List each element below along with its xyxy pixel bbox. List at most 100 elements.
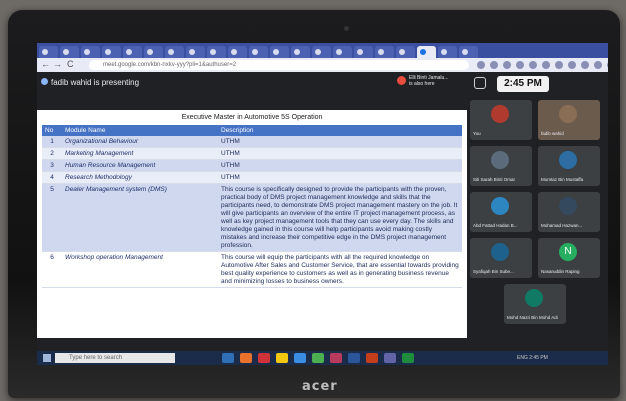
browser-tab[interactable] xyxy=(186,46,205,58)
file-explorer-icon[interactable] xyxy=(276,353,288,363)
participant-tile[interactable]: fadib wahid xyxy=(538,100,600,140)
module-description: UTHM xyxy=(218,147,462,160)
laptop-screen: ← → C meet.google.com/kbn-nxkv-yyy?pli=1… xyxy=(37,43,608,365)
extension-icon[interactable] xyxy=(529,61,537,69)
store-icon[interactable] xyxy=(294,353,306,363)
layout-icon[interactable] xyxy=(474,77,486,89)
browser-tab[interactable] xyxy=(291,46,310,58)
browser-tab-active[interactable] xyxy=(417,46,436,58)
column-header: No xyxy=(42,125,62,136)
browser-tab[interactable] xyxy=(228,46,247,58)
extension-icon[interactable] xyxy=(477,61,485,69)
taskbar-search-input[interactable]: Type here to search xyxy=(55,353,175,363)
participant-tile[interactable]: Abd Fattad Hadan B... xyxy=(470,192,532,232)
extension-icon[interactable] xyxy=(607,61,608,69)
browser-tab[interactable] xyxy=(207,46,226,58)
browser-tab-strip xyxy=(37,43,608,58)
browser-tab[interactable] xyxy=(123,46,142,58)
module-number: 5 xyxy=(42,183,62,252)
column-header: Description xyxy=(218,125,462,136)
module-name: Marketing Management xyxy=(62,147,218,160)
extension-icon[interactable] xyxy=(555,61,563,69)
participant-name: Mohd Nazri Bin Mohd Adi xyxy=(507,315,558,320)
chrome-icon[interactable] xyxy=(312,353,324,363)
participant-tile[interactable]: You xyxy=(470,100,532,140)
reload-button[interactable]: C xyxy=(67,59,74,69)
browser-tab[interactable] xyxy=(144,46,163,58)
participant-tile[interactable]: Syafiqah Bin Sube... xyxy=(470,238,532,278)
participant-name: Mumtaz Bin Mustaffa xyxy=(541,177,584,182)
browser-tab[interactable] xyxy=(375,46,394,58)
browser-tab[interactable] xyxy=(81,46,100,58)
back-button[interactable]: ← xyxy=(41,59,50,69)
powerpoint-icon[interactable] xyxy=(366,353,378,363)
extension-icon[interactable] xyxy=(490,61,498,69)
avatar xyxy=(559,151,577,169)
module-name: Human Resource Management xyxy=(62,159,218,172)
avatar xyxy=(559,197,577,215)
browser-tab[interactable] xyxy=(333,46,352,58)
browser-tab[interactable] xyxy=(354,46,373,58)
browser-tab[interactable] xyxy=(102,46,121,58)
browser-tab[interactable] xyxy=(396,46,415,58)
participant-tile[interactable]: Siti Sarah Binti Omar xyxy=(470,146,532,186)
module-description: This course will equip the participants … xyxy=(218,251,462,288)
participant-tile[interactable]: Mumtaz Bin Mustaffa xyxy=(538,146,600,186)
participant-name: Nasaruddin Raping xyxy=(541,269,580,274)
participant-name: fadib wahid xyxy=(541,131,564,136)
browser-tab[interactable] xyxy=(270,46,289,58)
avatar xyxy=(491,243,509,261)
participant-tiles: You fadib wahid Siti Sarah Binti Omar Mu… xyxy=(470,100,608,365)
extension-icon[interactable] xyxy=(516,61,524,69)
table-row: 1 Organizational Behaviour UTHM xyxy=(42,136,462,148)
module-name: Workshop operation Management xyxy=(62,251,218,288)
word-icon[interactable] xyxy=(348,353,360,363)
module-number: 1 xyxy=(42,136,62,148)
app-icon[interactable] xyxy=(330,353,342,363)
browser-tab[interactable] xyxy=(438,46,457,58)
app-icon[interactable] xyxy=(258,353,270,363)
task-view-icon[interactable] xyxy=(222,353,234,363)
participant-name: Abd Fattad Hadan B... xyxy=(473,223,518,228)
browser-tab[interactable] xyxy=(60,46,79,58)
forward-button[interactable]: → xyxy=(53,59,62,69)
module-name: Research Methodology xyxy=(62,171,218,184)
table-row: 4 Research Methodology UTHM xyxy=(42,171,462,184)
firefox-icon[interactable] xyxy=(240,353,252,363)
address-bar[interactable]: meet.google.com/kbn-nxkv-yyy?pli=1&authu… xyxy=(89,60,469,70)
browser-tab[interactable] xyxy=(39,46,58,58)
table-row: 6 Workshop operation Management This cou… xyxy=(42,251,462,288)
participant-tile[interactable]: Mohd Nazri Bin Mohd Adi xyxy=(504,284,566,324)
excel-icon[interactable] xyxy=(402,353,414,363)
extension-icon[interactable] xyxy=(581,61,589,69)
table-row: 3 Human Resource Management UTHM xyxy=(42,159,462,172)
avatar xyxy=(491,197,509,215)
participant-name: Mohamad Hazwan... xyxy=(541,223,583,228)
extension-icon[interactable] xyxy=(542,61,550,69)
module-number: 2 xyxy=(42,147,62,160)
column-header: Module Name xyxy=(62,125,218,136)
brand-logo: acer xyxy=(302,379,338,394)
webcam-icon xyxy=(344,26,349,31)
module-description: UTHM xyxy=(218,136,462,148)
browser-tab[interactable] xyxy=(459,46,478,58)
extension-icon[interactable] xyxy=(503,61,511,69)
browser-toolbar: ← → C meet.google.com/kbn-nxkv-yyy?pli=1… xyxy=(37,58,608,72)
browser-tab[interactable] xyxy=(165,46,184,58)
presenting-label: fadib wahid is presenting xyxy=(51,78,140,87)
module-name: Organizational Behaviour xyxy=(62,136,218,148)
participant-tile[interactable]: Mohamad Hazwan... xyxy=(538,192,600,232)
extension-icon[interactable] xyxy=(568,61,576,69)
windows-start-icon[interactable] xyxy=(43,354,51,362)
extension-icon[interactable] xyxy=(594,61,602,69)
system-tray: ENG 2:45 PM xyxy=(517,355,548,361)
windows-taskbar: Type here to search ENG 2:45 PM xyxy=(37,351,608,365)
participant-tile[interactable]: N Nasaruddin Raping xyxy=(538,238,600,278)
avatar xyxy=(397,76,406,85)
avatar xyxy=(491,105,509,123)
browser-tab[interactable] xyxy=(312,46,331,58)
table-row: 2 Marketing Management UTHM xyxy=(42,147,462,160)
app-icon[interactable] xyxy=(384,353,396,363)
browser-tab[interactable] xyxy=(249,46,268,58)
participant-name: You xyxy=(473,131,481,136)
